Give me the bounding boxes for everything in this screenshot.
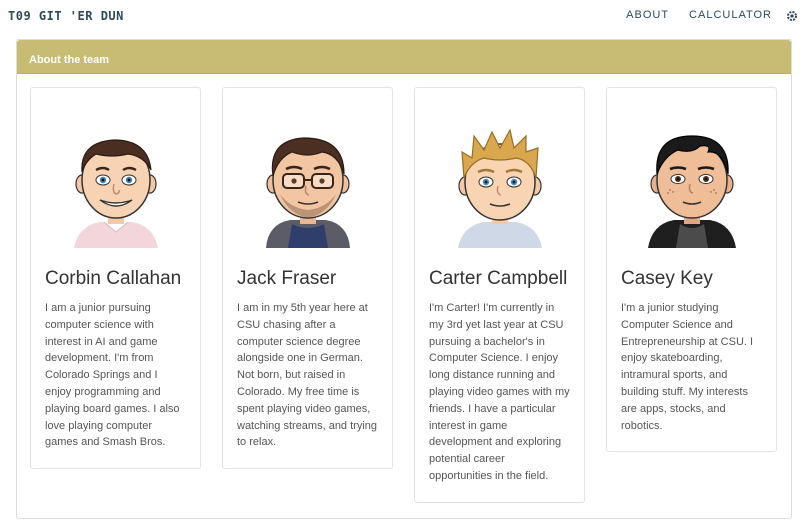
- team-member-name: Casey Key: [621, 268, 713, 289]
- panel-header: About the team: [17, 40, 791, 74]
- team-member-bio: I am a junior pursuing computer science …: [45, 302, 180, 449]
- team-card-corbin: Corbin Callahan I am a junior pursuing c…: [30, 87, 201, 469]
- team-card-jack: Jack Fraser I am in my 5th year here at …: [222, 87, 393, 469]
- avatar-icon: [73, 139, 158, 248]
- nav-about-link[interactable]: ABOUT: [626, 9, 669, 21]
- avatar-icon: [265, 137, 350, 248]
- team-member-name: Jack Fraser: [237, 268, 337, 289]
- gear-icon[interactable]: [786, 9, 798, 21]
- nav-calculator-link[interactable]: CALCULATOR: [689, 9, 772, 21]
- brand-logo[interactable]: T09 GIT 'ER DUN: [8, 9, 124, 23]
- nav-links: ABOUT CALCULATOR: [606, 9, 798, 21]
- team-card-casey: Casey Key I'm a junior studying Computer…: [606, 87, 777, 452]
- team-member-name: Carter Campbell: [429, 268, 568, 289]
- team-member-bio: I'm a junior studying Computer Science a…: [621, 302, 754, 432]
- team-member-name: Corbin Callahan: [45, 268, 182, 289]
- team-member-bio: I'm Carter! I'm currently in my 3rd yet …: [429, 302, 570, 482]
- navbar: T09 GIT 'ER DUN ABOUT CALCULATOR: [0, 0, 810, 32]
- team-member-bio: I am in my 5th year here at CSU chasing …: [237, 302, 378, 449]
- avatar-icon: [647, 135, 736, 248]
- team-card-carter: Carter Campbell I'm Carter! I'm currentl…: [414, 87, 585, 503]
- panel-title: About the team: [29, 54, 110, 66]
- avatar-icon: [457, 128, 542, 248]
